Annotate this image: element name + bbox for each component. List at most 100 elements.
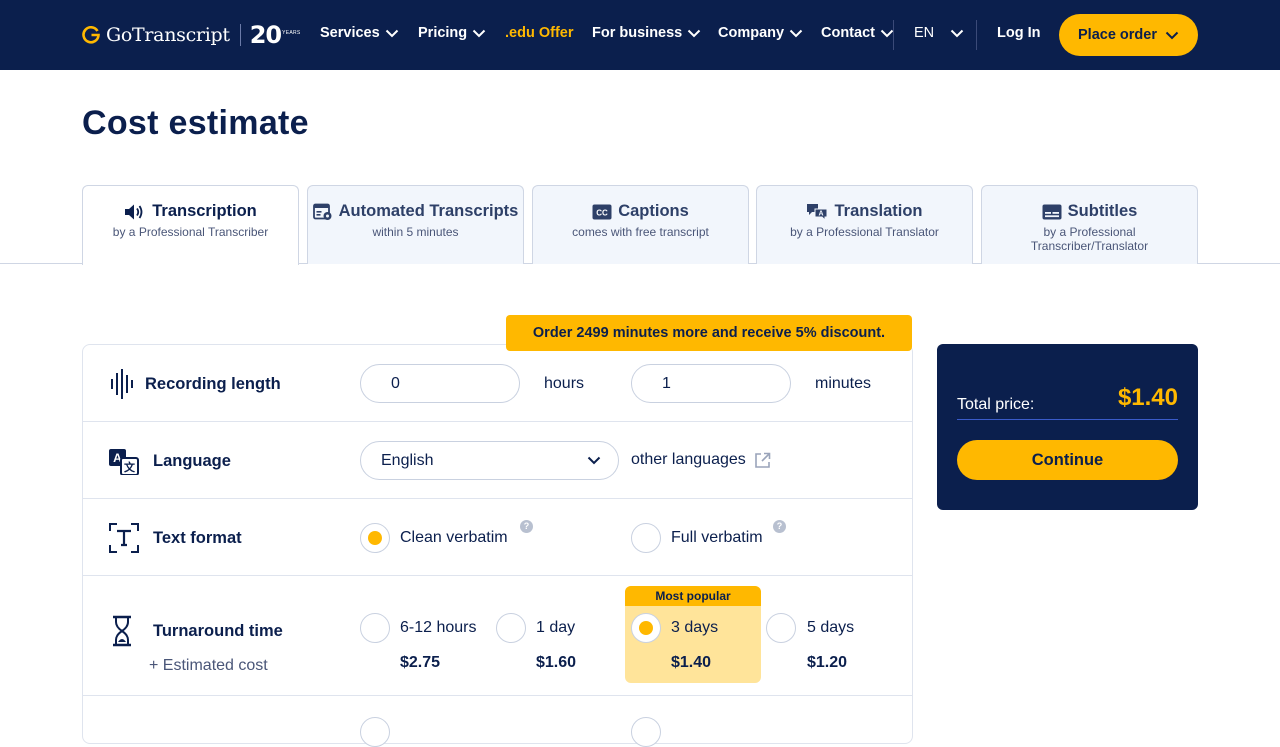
- external-link-icon: [754, 452, 771, 468]
- nav-contact-label: Contact: [821, 25, 875, 41]
- text-format-icon: [109, 523, 139, 553]
- turnaround-option-label: 6-12 hours: [400, 619, 477, 636]
- chevron-down-icon: [1165, 31, 1179, 39]
- nav-edu-offer-label: .edu Offer: [505, 25, 574, 41]
- cc-icon: CC: [592, 204, 612, 219]
- turnaround-1-day-radio[interactable]: [496, 613, 526, 643]
- tab-subtitle: by a Professional Transcriber/Translator: [1030, 225, 1149, 253]
- nav-divider: [893, 20, 894, 50]
- turnaround-option-label: 1 day: [536, 619, 576, 636]
- tab-subtitles[interactable]: Subtitles by a Professional Transcriber/…: [981, 185, 1198, 264]
- total-price-value: $1.40: [1117, 384, 1178, 411]
- nav-pricing-label: Pricing: [418, 25, 468, 41]
- turnaround-option-price: $1.40: [671, 654, 712, 671]
- hourglass-icon: [113, 615, 131, 647]
- logo-years-badge: YEARS: [282, 30, 301, 36]
- nav-company[interactable]: Company: [718, 25, 803, 41]
- turnaround-option-label: 3 days: [671, 619, 719, 636]
- continue-button[interactable]: Continue: [957, 440, 1178, 480]
- language-label: Language: [153, 452, 231, 470]
- svg-text:CC: CC: [596, 208, 608, 217]
- hours-input[interactable]: 0: [360, 364, 520, 403]
- clean-verbatim-label: Clean verbatim: [400, 529, 508, 546]
- help-icon[interactable]: ?: [773, 520, 786, 533]
- estimated-cost-label: + Estimated cost: [149, 657, 268, 674]
- nav-divider: [976, 20, 977, 50]
- tab-subtitle: within 5 minutes: [372, 225, 459, 239]
- top-navbar: GoTranscript 20 YEARS Services Pricing .…: [0, 0, 1280, 70]
- total-price-label: Total price:: [957, 396, 1035, 413]
- hours-unit: hours: [544, 375, 585, 392]
- turnaround-6-12-hours-radio[interactable]: [360, 613, 390, 643]
- estimate-form: Recording length 0 hours 1 minutes A 文 L…: [82, 344, 913, 747]
- next-row-radio[interactable]: [360, 717, 390, 747]
- chevron-down-icon: [950, 29, 964, 37]
- language-switcher[interactable]: EN: [914, 25, 964, 41]
- language-switcher-label: EN: [914, 25, 935, 41]
- tab-subtitle: comes with free transcript: [572, 225, 709, 239]
- turnaround-option-price: $1.60: [536, 654, 577, 671]
- subtitles-icon: [1042, 204, 1062, 219]
- tab-transcription[interactable]: Transcription by a Professional Transcri…: [82, 185, 299, 265]
- nav-pricing[interactable]: Pricing: [418, 25, 486, 41]
- turnaround-3-days-radio[interactable]: [631, 613, 661, 643]
- logo-text: GoTranscript: [106, 24, 230, 46]
- tab-title: Automated Transcripts: [338, 202, 519, 220]
- nav-edu-offer[interactable]: .edu Offer: [505, 25, 573, 41]
- turnaround-row: Turnaround time + Estimated cost Most po…: [83, 576, 912, 696]
- other-languages-label: other languages: [631, 451, 746, 468]
- turnaround-option-price: $2.75: [400, 654, 441, 671]
- turnaround-option-label: 5 days: [807, 619, 855, 636]
- place-order-button[interactable]: Place order: [1059, 14, 1198, 56]
- recording-length-row: Recording length 0 hours 1 minutes: [83, 345, 912, 422]
- tab-title: Transcription: [152, 202, 257, 220]
- nav-for-business[interactable]: For business: [592, 25, 701, 41]
- turnaround-label: Turnaround time: [153, 622, 283, 640]
- svg-text:A: A: [819, 210, 824, 217]
- place-order-label: Place order: [1078, 27, 1157, 43]
- page-title: Cost estimate: [82, 104, 309, 142]
- clean-verbatim-radio[interactable]: [360, 523, 390, 553]
- chevron-down-icon: [385, 29, 398, 37]
- logo-divider: [239, 24, 241, 46]
- recording-length-label: Recording length: [145, 375, 281, 393]
- language-row: A 文 Language English other languages: [83, 422, 912, 499]
- tab-subtitle: by a Professional Translator: [790, 225, 939, 239]
- total-price-panel: Total price: $1.40 Continue: [937, 344, 1198, 510]
- most-popular-badge: Most popular: [625, 586, 761, 606]
- tab-title: Translation: [834, 202, 923, 220]
- tab-title: Captions: [618, 202, 689, 220]
- tab-captions[interactable]: CC Captions comes with free transcript: [532, 185, 749, 264]
- nav-contact[interactable]: Contact: [821, 25, 894, 41]
- total-divider: [957, 419, 1178, 420]
- other-languages-link[interactable]: other languages: [631, 451, 771, 469]
- minutes-unit: minutes: [815, 375, 872, 392]
- chevron-down-icon: [688, 29, 701, 37]
- chevron-down-icon: [587, 456, 601, 465]
- nav-for-business-label: For business: [592, 25, 683, 41]
- waveform-icon: [111, 369, 133, 399]
- chevron-down-icon: [880, 29, 894, 37]
- next-row-radio[interactable]: [631, 717, 661, 747]
- tab-translation[interactable]: A Translation by a Professional Translat…: [756, 185, 973, 264]
- tab-automated-transcripts[interactable]: Automated Transcripts within 5 minutes: [307, 185, 524, 264]
- turnaround-option-price: $1.20: [807, 654, 848, 671]
- help-icon[interactable]: ?: [520, 520, 533, 533]
- text-format-row: Text format Clean verbatim ? Full verbat…: [83, 499, 912, 576]
- language-select-value: English: [381, 451, 434, 469]
- language-select[interactable]: English: [360, 441, 619, 480]
- logo[interactable]: GoTranscript 20 YEARS: [82, 22, 301, 48]
- translation-icon: A: [807, 203, 828, 221]
- turnaround-5-days-radio[interactable]: [766, 613, 796, 643]
- automated-icon: [312, 203, 332, 220]
- full-verbatim-label: Full verbatim: [671, 529, 763, 546]
- full-verbatim-radio[interactable]: [631, 523, 661, 553]
- language-icon: A 文: [109, 449, 139, 475]
- svg-text:文: 文: [124, 460, 136, 474]
- nav-company-label: Company: [718, 25, 785, 41]
- minutes-input[interactable]: 1: [631, 364, 791, 403]
- text-format-label: Text format: [153, 529, 242, 547]
- nav-services[interactable]: Services: [320, 25, 399, 41]
- login-link[interactable]: Log In: [997, 25, 1041, 41]
- chevron-down-icon: [789, 29, 803, 37]
